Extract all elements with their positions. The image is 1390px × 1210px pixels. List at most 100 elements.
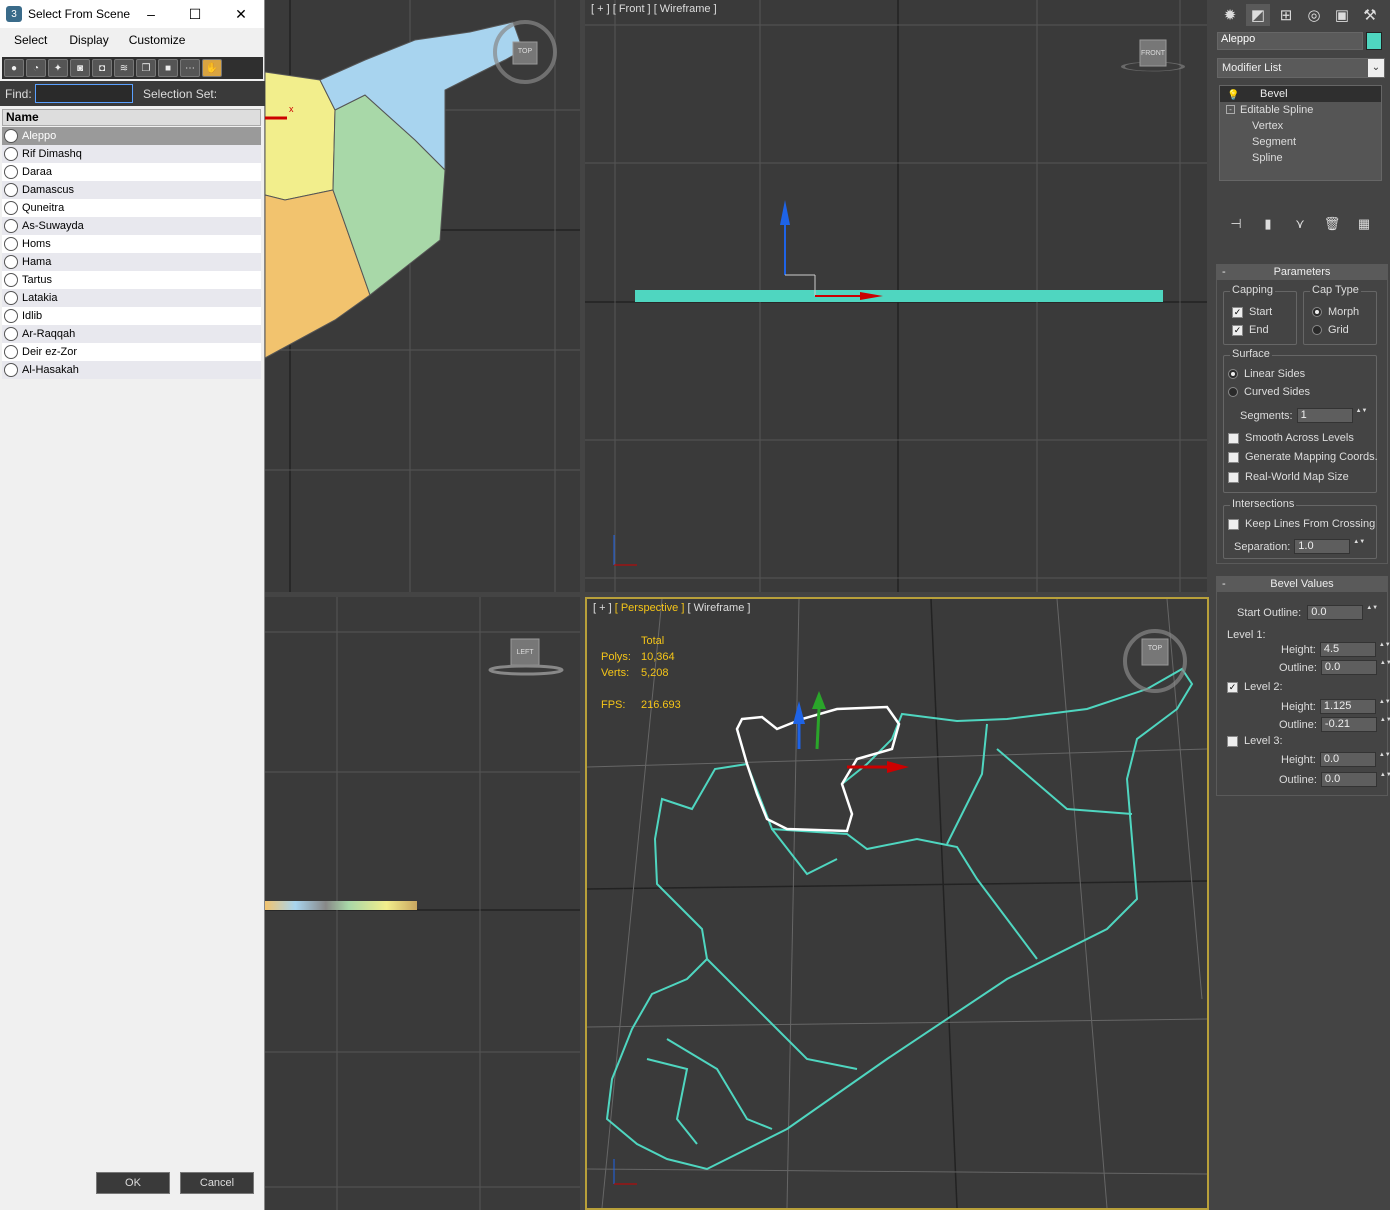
viewport-perspective[interactable]: [ + ] [ Perspective ] [ Wireframe ] Tota… [585,597,1209,1210]
cap-morph-radio[interactable]: Morph [1312,306,1359,318]
level1-height-spinner[interactable]: Height: 4.5 [1281,642,1387,657]
list-item[interactable]: Homs [2,235,261,253]
hierarchy-tab-icon[interactable]: ⊞ [1274,4,1298,26]
list-item[interactable]: Aleppo [2,127,261,145]
object-name-field[interactable]: Aleppo [1217,32,1363,50]
make-unique-icon[interactable]: ⋎ [1291,216,1309,232]
viewport-pov[interactable]: [ Front ] [613,3,651,15]
shape-object-icon [4,309,18,323]
chevron-down-icon[interactable]: ⌄ [1368,59,1384,77]
stack-item-bevel[interactable]: 💡 Bevel [1220,86,1381,102]
menu-display[interactable]: Display [63,33,114,47]
lights-filter-icon[interactable]: ✦ [48,59,68,77]
viewport-front[interactable]: [ + ] [ Front ] [ Wireframe ] FRONT [585,0,1207,592]
list-item[interactable]: Ar-Raqqah [2,325,261,343]
viewport-shading[interactable]: [ Wireframe ] [654,3,717,15]
menu-select[interactable]: Select [8,33,53,47]
stack-item-segment[interactable]: Segment [1220,134,1381,150]
viewport-shading[interactable]: [ Wireframe ] [687,602,750,614]
modify-tab-icon[interactable]: ◩ [1246,4,1270,26]
viewport-top[interactable]: x TOP [265,0,580,592]
geometry-filter-icon[interactable]: ● [4,59,24,77]
viewport-left[interactable]: LEFT [265,597,580,1210]
real-world-map-checkbox[interactable]: Real-World Map Size [1228,471,1349,483]
level2-checkbox[interactable]: ✓ Level 2: [1227,681,1283,693]
level2-outline-spinner[interactable]: Outline: -0.21 [1279,717,1388,732]
level1-outline-spinner[interactable]: Outline: 0.0 [1279,660,1388,675]
list-item[interactable]: Rif Dimashq [2,145,261,163]
viewcube-left-label[interactable]: LEFT [511,649,539,656]
collapse-icon[interactable]: - [1226,105,1235,114]
bones-filter-icon[interactable]: ⋯ [180,59,200,77]
find-input[interactable] [35,84,133,103]
list-item[interactable]: Tartus [2,271,261,289]
viewport-menu[interactable]: [ + ] [593,602,612,614]
close-icon[interactable]: ✕ [230,4,252,24]
segments-spinner[interactable]: Segments: 1 [1240,408,1364,423]
list-item[interactable]: Damascus [2,181,261,199]
spacewarps-filter-icon[interactable]: ≋ [114,59,134,77]
all-filter-icon[interactable]: ✋ [202,59,222,77]
list-item[interactable]: Al-Hasakah [2,361,261,379]
cap-start-checkbox[interactable]: ✓ Start [1232,306,1272,318]
start-outline-spinner[interactable]: Start Outline: 0.0 [1237,605,1374,620]
viewcube-top-label[interactable]: TOP [513,48,537,55]
modifier-list-dropdown[interactable]: Modifier List ⌄ [1217,58,1385,78]
viewport-pov[interactable]: [ Perspective ] [615,602,685,614]
groups-filter-icon[interactable]: ❐ [136,59,156,77]
generate-mapping-checkbox[interactable]: Generate Mapping Coords. [1228,451,1378,463]
smooth-across-levels-checkbox[interactable]: Smooth Across Levels [1228,432,1354,444]
cancel-button[interactable]: Cancel [180,1172,254,1194]
scene-stats: Total Polys: 10,364 Verts: 5,208 FPS: 216.6… [601,633,681,713]
list-item[interactable]: Hama [2,253,261,271]
name-column-header[interactable]: Name [2,109,261,126]
separation-spinner[interactable]: Separation: 1.0 [1234,539,1361,554]
keep-lines-checkbox[interactable]: Keep Lines From Crossing [1228,518,1375,530]
stack-item-spline[interactable]: Spline [1220,150,1381,166]
show-end-result-icon[interactable]: ▮ [1259,216,1277,232]
maximize-icon[interactable]: ☐ [184,4,206,24]
linear-sides-radio[interactable]: Linear Sides [1228,368,1305,380]
level3-outline-spinner[interactable]: Outline: 0.0 [1279,772,1388,787]
list-item[interactable]: Latakia [2,289,261,307]
stack-item-editable-spline[interactable]: - Editable Spline [1220,102,1381,118]
dialog-title-bar[interactable]: 3 Select From Scene – ☐ ✕ [0,0,264,28]
list-item[interactable]: Daraa [2,163,261,181]
level2-height-spinner[interactable]: Height: 1.125 [1281,699,1387,714]
level3-checkbox[interactable]: Level 3: [1227,735,1283,747]
ok-button[interactable]: OK [96,1172,170,1194]
viewport-menu[interactable]: [ + ] [591,3,610,15]
stack-item-vertex[interactable]: Vertex [1220,118,1381,134]
motion-tab-icon[interactable]: ◎ [1302,4,1326,26]
xrefs-filter-icon[interactable]: ■ [158,59,178,77]
remove-modifier-icon[interactable]: 🗑 [1323,216,1341,232]
menu-customize[interactable]: Customize [123,33,192,47]
viewcube-perspective-label[interactable]: TOP [1142,645,1168,652]
parameters-rollout-header[interactable]: - Parameters [1217,265,1387,280]
perspective-viewport-label[interactable]: [ + ] [ Perspective ] [ Wireframe ] [593,602,750,614]
capping-group: Capping ✓ Start ✓ End [1223,284,1297,345]
viewcube-front-label[interactable]: FRONT [1140,50,1166,57]
front-viewport-label[interactable]: [ + ] [ Front ] [ Wireframe ] [591,3,717,15]
cap-grid-radio[interactable]: Grid [1312,324,1349,336]
helpers-filter-icon[interactable]: ◘ [92,59,112,77]
minimize-icon[interactable]: – [140,4,162,24]
bulb-icon[interactable]: 💡 [1227,88,1239,101]
curved-sides-radio[interactable]: Curved Sides [1228,386,1310,398]
pin-stack-icon[interactable]: ⊣ [1227,216,1245,232]
list-item[interactable]: Quneitra [2,199,261,217]
display-tab-icon[interactable]: ▣ [1330,4,1354,26]
cap-end-checkbox[interactable]: ✓ End [1232,324,1269,336]
configure-sets-icon[interactable]: ▦ [1355,216,1373,232]
cameras-filter-icon[interactable]: ◙ [70,59,90,77]
level3-height-spinner[interactable]: Height: 0.0 [1281,752,1387,767]
list-item[interactable]: As-Suwayda [2,217,261,235]
list-item[interactable]: Deir ez-Zor [2,343,261,361]
list-item[interactable]: Idlib [2,307,261,325]
utilities-tab-icon[interactable]: ⚒ [1358,4,1382,26]
shapes-filter-icon[interactable]: ◔ [26,59,46,77]
selection-set-label[interactable]: Selection Set: [143,87,217,101]
bevel-values-rollout-header[interactable]: - Bevel Values [1217,577,1387,592]
object-color-swatch[interactable] [1366,32,1382,50]
create-tab-icon[interactable]: ✹ [1218,4,1242,26]
